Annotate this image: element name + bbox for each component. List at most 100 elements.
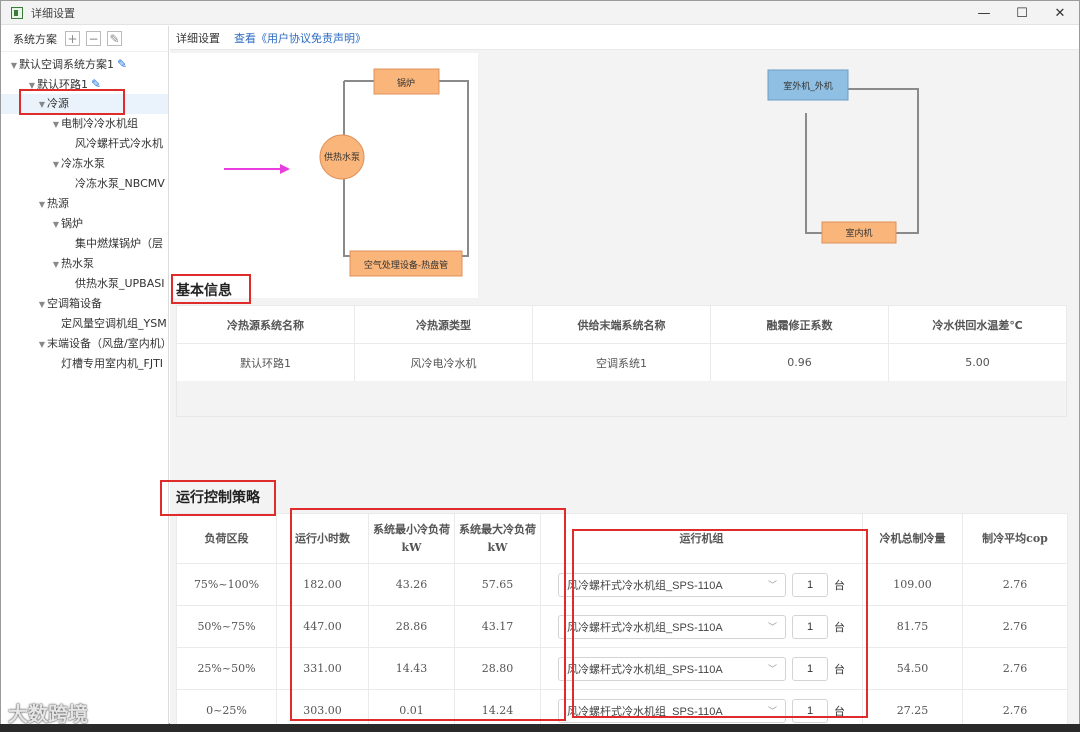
- chevron-down-icon[interactable]: ﹀: [768, 704, 777, 717]
- scheme-tree: ▼ 默认空调系统方案1 ✎ ▼ 默认环路1 ✎ ▼ 冷源 ▼ 电制冷冷水机组 风冷螺杆式冷水机 ▼ 冷冻…: [1, 52, 168, 374]
- col-water-temp-diff: 冷水供回水温差℃: [888, 305, 1067, 344]
- tree-item-label: 冷冻水泵: [61, 157, 105, 170]
- tree-item[interactable]: ▼ 默认空调系统方案1 ✎: [1, 54, 168, 74]
- caret-down-icon[interactable]: ▼: [9, 56, 19, 76]
- tree-item-label: 灯槽专用室内机_FJTI: [61, 357, 164, 370]
- sidebar: 系统方案 + − ✎ ▼ 默认空调系统方案1 ✎ ▼ 默认环路1 ✎ ▼ 冷源 ▼ 电制冷冷水机组…: [1, 26, 169, 725]
- tree-item-label: 末端设备（风盘/室内机）: [47, 337, 169, 350]
- control-strategy-table: 负荷区段 运行小时数 系统最小冷负荷kW 系统最大冷负荷kW 运行机组 冷机总制…: [176, 513, 1068, 725]
- cell-avg-cop: 2.76: [962, 605, 1068, 648]
- col-min-load: 系统最小冷负荷kW: [368, 513, 455, 564]
- tree-item-label: 电制冷冷水机组: [61, 117, 138, 130]
- caret-down-icon[interactable]: ▼: [51, 115, 61, 135]
- tree-item-label: 空调箱设备: [47, 297, 102, 310]
- unit-quantity-input[interactable]: 1: [792, 698, 828, 723]
- col-avg-cop: 制冷平均cop: [962, 513, 1068, 564]
- edit-pencil-icon[interactable]: ✎: [117, 54, 127, 74]
- chevron-down-icon[interactable]: ﹀: [768, 578, 777, 591]
- tree-item[interactable]: ▼ 冷源: [1, 94, 168, 114]
- cell-defrost-factor[interactable]: 0.96: [710, 343, 889, 382]
- tree-item[interactable]: ▼ 默认环路1 ✎: [1, 74, 168, 94]
- col-terminal-system: 供给末端系统名称: [532, 305, 711, 344]
- maximize-button[interactable]: ☐: [1003, 1, 1041, 25]
- caret-down-icon[interactable]: ▼: [27, 76, 37, 96]
- control-strategy-title: 运行控制策略: [176, 490, 260, 506]
- edit-scheme-button[interactable]: ✎: [107, 31, 122, 46]
- tree-item-label: 定风量空调机组_YSM: [61, 317, 167, 330]
- chevron-down-icon[interactable]: ﹀: [768, 662, 777, 675]
- chevron-down-icon[interactable]: ﹀: [768, 620, 777, 633]
- col-load-range: 负荷区段: [176, 513, 277, 564]
- unit-quantity-suffix: 台: [834, 621, 845, 634]
- unit-model-value: 风冷螺杆式冷水机组_SPS-110A: [567, 663, 723, 676]
- tree-item-label: 默认环路1: [37, 78, 88, 91]
- cell-run-hours[interactable]: 182.00: [276, 563, 369, 606]
- tree-item[interactable]: 供热水泵_UPBASI: [1, 274, 168, 294]
- tree-item[interactable]: 灯槽专用室内机_FJTI: [1, 354, 168, 374]
- caret-down-icon[interactable]: ▼: [37, 95, 47, 115]
- tree-item-label: 冷源: [47, 97, 69, 110]
- tree-item-label: 热水泵: [61, 257, 94, 270]
- tree-item[interactable]: 集中燃煤锅炉（层: [1, 234, 168, 254]
- table-row: 75%~100% 182.00 43.26 57.65 风冷螺杆式冷水机组_SPS-11…: [176, 563, 1068, 606]
- unit-model-select[interactable]: 风冷螺杆式冷水机组_SPS-110A ﹀: [558, 698, 786, 723]
- cell-run-hours[interactable]: 447.00: [276, 605, 369, 648]
- tree-item[interactable]: ▼ 热水泵: [1, 254, 168, 274]
- tree-item-label: 风冷螺杆式冷水机: [75, 137, 163, 150]
- unit-quantity-input[interactable]: 1: [792, 656, 828, 681]
- tree-item[interactable]: ▼ 锅炉: [1, 214, 168, 234]
- basic-info-table: 冷热源系统名称 冷热源类型 供给末端系统名称 融霜修正系数 冷水供回水温差℃ 默…: [176, 305, 1067, 382]
- cell-max-load: 28.80: [454, 647, 541, 690]
- tree-item[interactable]: 风冷螺杆式冷水机: [1, 134, 168, 154]
- cell-load-range: 25%~50%: [176, 647, 277, 690]
- tree-item[interactable]: ▼ 空调箱设备: [1, 294, 168, 314]
- user-agreement-link[interactable]: 查看《用户协议免责声明》: [234, 30, 366, 46]
- cell-running-units: 风冷螺杆式冷水机组_SPS-110A ﹀ 1 台: [540, 563, 863, 606]
- col-defrost-factor: 融霜修正系数: [710, 305, 889, 344]
- caret-down-icon[interactable]: ▼: [51, 255, 61, 275]
- tab-detail-settings[interactable]: 详细设置: [176, 30, 220, 46]
- caret-down-icon[interactable]: ▼: [37, 295, 47, 315]
- unit-quantity-input[interactable]: 1: [792, 572, 828, 597]
- window-title: 详细设置: [31, 6, 75, 20]
- cell-min-load: 14.43: [368, 647, 455, 690]
- tree-item[interactable]: ▼ 电制冷冷水机组: [1, 114, 168, 134]
- unit-model-select[interactable]: 风冷螺杆式冷水机组_SPS-110A ﹀: [558, 614, 786, 639]
- app-window: 详细设置 — ☐ ✕ 系统方案 + − ✎ ▼ 默认空调系统方案1 ✎ ▼ 默认环路1 ✎…: [0, 0, 1080, 725]
- caret-down-icon[interactable]: ▼: [51, 215, 61, 235]
- cell-max-load: 43.17: [454, 605, 541, 648]
- unit-model-select[interactable]: 风冷螺杆式冷水机组_SPS-110A ﹀: [558, 656, 786, 681]
- caret-down-icon[interactable]: ▼: [37, 335, 47, 355]
- cell-min-load: 28.86: [368, 605, 455, 648]
- unit-quantity-input[interactable]: 1: [792, 614, 828, 639]
- minimize-button[interactable]: —: [965, 1, 1003, 25]
- tree-item[interactable]: ▼ 末端设备（风盘/室内机）: [1, 334, 168, 354]
- cell-avg-cop: 2.76: [962, 563, 1068, 606]
- caret-down-icon[interactable]: ▼: [51, 155, 61, 175]
- remove-scheme-button[interactable]: −: [86, 31, 101, 46]
- tree-item[interactable]: ▼ 热源: [1, 194, 168, 214]
- cell-min-load: 43.26: [368, 563, 455, 606]
- basic-info-footer: [176, 381, 1067, 417]
- cell-run-hours[interactable]: 331.00: [276, 647, 369, 690]
- tree-item[interactable]: 冷冻水泵_NBCMV: [1, 174, 168, 194]
- cell-max-load: 57.65: [454, 563, 541, 606]
- close-button[interactable]: ✕: [1041, 1, 1079, 25]
- add-scheme-button[interactable]: +: [65, 31, 80, 46]
- col-running-units: 运行机组: [540, 513, 863, 564]
- unit-model-value: 风冷螺杆式冷水机组_SPS-110A: [567, 705, 723, 718]
- tree-item[interactable]: 定风量空调机组_YSM: [1, 314, 168, 334]
- outdoor-unit-label: 室外机_外机: [783, 80, 833, 92]
- edit-pencil-icon[interactable]: ✎: [91, 74, 101, 94]
- unit-model-select[interactable]: 风冷螺杆式冷水机组_SPS-110A ﹀: [558, 572, 786, 597]
- cell-run-hours[interactable]: 303.00: [276, 689, 369, 725]
- col-source-name: 冷热源系统名称: [176, 305, 355, 344]
- tree-item[interactable]: ▼ 冷冻水泵: [1, 154, 168, 174]
- cell-water-temp-diff[interactable]: 5.00: [888, 343, 1067, 382]
- unit-quantity-suffix: 台: [834, 579, 845, 592]
- title-bar: 详细设置 — ☐ ✕: [1, 1, 1079, 25]
- cell-source-type: 风冷电冷水机: [354, 343, 533, 382]
- caret-down-icon[interactable]: ▼: [37, 195, 47, 215]
- cell-total-capacity: 27.25: [862, 689, 963, 725]
- table-header-row: 冷热源系统名称 冷热源类型 供给末端系统名称 融霜修正系数 冷水供回水温差℃: [176, 305, 1067, 344]
